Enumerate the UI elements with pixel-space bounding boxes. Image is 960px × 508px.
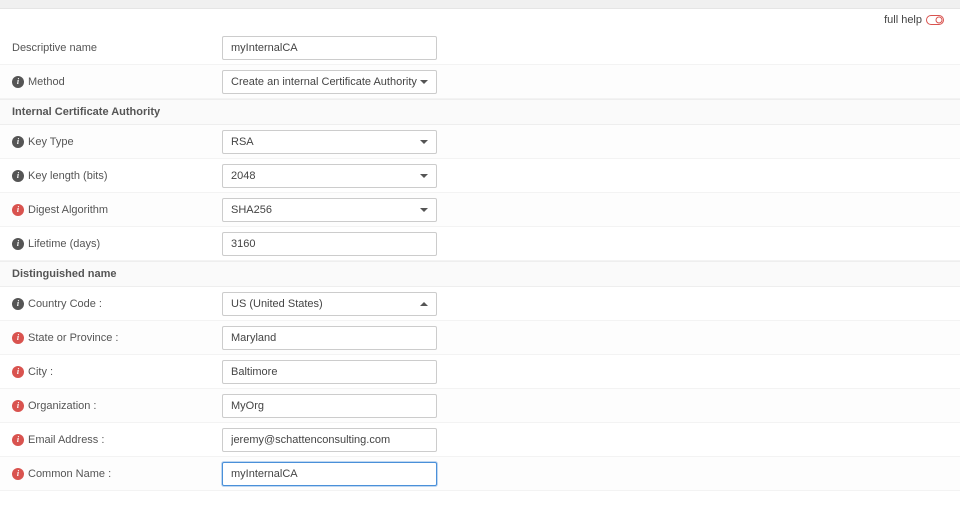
row-digest: i Digest Algorithm SHA256 <box>0 193 960 227</box>
info-icon: i <box>12 76 24 88</box>
row-key-length: i Key length (bits) 2048 <box>0 159 960 193</box>
row-common-name: i Common Name : <box>0 457 960 491</box>
row-email: i Email Address : <box>0 423 960 457</box>
chevron-down-icon <box>420 140 428 144</box>
warn-icon: i <box>12 366 24 378</box>
full-help-label[interactable]: full help <box>884 14 922 26</box>
key-length-label: Key length (bits) <box>28 170 107 182</box>
info-icon: i <box>12 238 24 250</box>
descriptive-name-label: Descriptive name <box>12 42 97 54</box>
lifetime-input[interactable] <box>222 232 437 256</box>
org-label: Organization : <box>28 400 96 412</box>
window-top-strip <box>0 0 960 9</box>
warn-icon: i <box>12 204 24 216</box>
email-input[interactable] <box>222 428 437 452</box>
warn-icon: i <box>12 400 24 412</box>
org-input[interactable] <box>222 394 437 418</box>
key-type-select[interactable]: RSA <box>222 130 437 154</box>
key-type-select-value: RSA <box>231 136 254 148</box>
country-label: Country Code : <box>28 298 102 310</box>
state-input[interactable] <box>222 326 437 350</box>
warn-icon: i <box>12 434 24 446</box>
chevron-down-icon <box>420 80 428 84</box>
row-descriptive-name: Descriptive name <box>0 31 960 65</box>
warn-icon: i <box>12 332 24 344</box>
info-icon: i <box>12 298 24 310</box>
city-label: City : <box>28 366 53 378</box>
help-toggle-icon[interactable] <box>926 15 944 25</box>
digest-select-value: SHA256 <box>231 204 272 216</box>
method-select[interactable]: Create an internal Certificate Authority <box>222 70 437 94</box>
email-label: Email Address : <box>28 434 104 446</box>
chevron-up-icon <box>420 302 428 306</box>
city-input[interactable] <box>222 360 437 384</box>
row-country: i Country Code : US (United States) <box>0 287 960 321</box>
warn-icon: i <box>12 468 24 480</box>
help-row: full help <box>0 9 960 31</box>
country-select-value: US (United States) <box>231 298 323 310</box>
common-name-label: Common Name : <box>28 468 111 480</box>
section-internal-ca: Internal Certificate Authority <box>0 99 960 125</box>
common-name-input[interactable] <box>222 462 437 486</box>
digest-select[interactable]: SHA256 <box>222 198 437 222</box>
lifetime-label: Lifetime (days) <box>28 238 100 250</box>
key-length-select[interactable]: 2048 <box>222 164 437 188</box>
info-icon: i <box>12 170 24 182</box>
state-label: State or Province : <box>28 332 119 344</box>
method-select-value: Create an internal Certificate Authority <box>231 76 417 88</box>
row-state: i State or Province : <box>0 321 960 355</box>
row-city: i City : <box>0 355 960 389</box>
info-icon: i <box>12 136 24 148</box>
key-length-select-value: 2048 <box>231 170 255 182</box>
country-select[interactable]: US (United States) <box>222 292 437 316</box>
section-distinguished-name: Distinguished name <box>0 261 960 287</box>
row-method: i Method Create an internal Certificate … <box>0 65 960 99</box>
method-label: Method <box>28 76 65 88</box>
chevron-down-icon <box>420 174 428 178</box>
row-key-type: i Key Type RSA <box>0 125 960 159</box>
descriptive-name-input[interactable] <box>222 36 437 60</box>
key-type-label: Key Type <box>28 136 74 148</box>
row-lifetime: i Lifetime (days) <box>0 227 960 261</box>
row-org: i Organization : <box>0 389 960 423</box>
digest-label: Digest Algorithm <box>28 204 108 216</box>
chevron-down-icon <box>420 208 428 212</box>
